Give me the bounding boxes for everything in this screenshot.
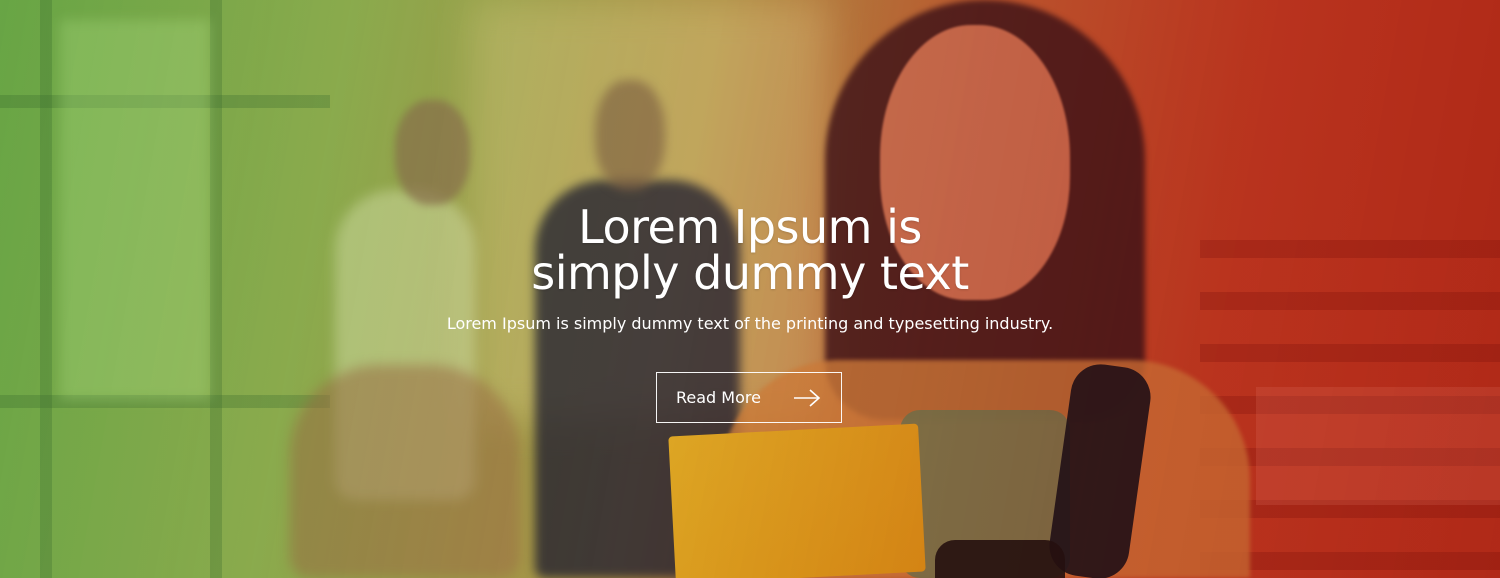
hero-headline: Lorem Ipsum is simply dummy text [350, 204, 1150, 296]
read-more-button[interactable]: Read More [656, 372, 842, 423]
hero-headline-line1: Lorem Ipsum is [578, 200, 922, 254]
read-more-label: Read More [676, 388, 761, 407]
hero-subtitle: Lorem Ipsum is simply dummy text of the … [446, 314, 1054, 333]
hero-banner: Lorem Ipsum is simply dummy text Lorem I… [0, 0, 1500, 578]
hero-headline-line2: simply dummy text [531, 246, 969, 300]
arrow-right-icon [794, 389, 821, 407]
